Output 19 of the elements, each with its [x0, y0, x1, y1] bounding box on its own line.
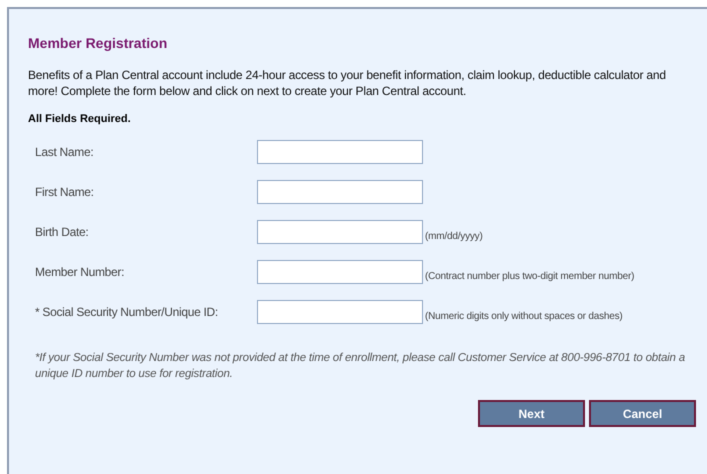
cancel-button[interactable]: Cancel — [589, 400, 696, 427]
field-label: Last Name: — [34, 145, 94, 159]
input-field[interactable] — [257, 140, 423, 164]
field-label: First Name: — [34, 185, 95, 199]
field-hint: (Numeric digits only without spaces or dashes) — [425, 310, 623, 322]
next-button[interactable]: Next — [478, 400, 585, 427]
field-hint: (mm/dd/yyyy) — [425, 230, 483, 242]
input-field[interactable] — [257, 260, 423, 284]
form-title: Member Registration — [28, 35, 168, 51]
input-field[interactable] — [257, 300, 423, 324]
input-field[interactable] — [257, 220, 423, 244]
field-label: Birth Date: — [34, 225, 90, 239]
field-hint: (Contract number plus two-digit member number) — [425, 270, 634, 282]
field-label: Member Number: — [34, 265, 126, 279]
required-note: All Fields Required. — [28, 113, 132, 125]
intro-text: Benefits of a Plan Central account include 24-hour access to your benefit information, claim lookup, deductible calculator and more! Complete the form below and click on next to create your Plan Central account. — [28, 67, 667, 99]
footnote-text: *If your Social Security Number was not provided at the time of enrollment, please call Customer Service at 800-996-8701 to obtain a unique ID number to use for registration. — [35, 351, 686, 382]
field-label: * Social Security Number/Unique ID: — [34, 305, 219, 319]
input-field[interactable] — [257, 180, 423, 204]
